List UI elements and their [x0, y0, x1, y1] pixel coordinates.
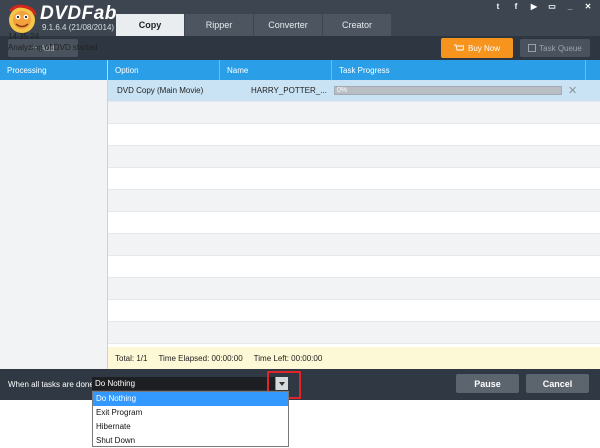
processing-panel: Processing — [0, 60, 108, 370]
option-shut-down[interactable]: Shut Down — [93, 434, 288, 448]
tab-ripper[interactable]: Ripper — [185, 14, 254, 36]
buy-now-label: Buy Now — [467, 43, 500, 53]
empty-row — [108, 168, 600, 190]
facebook-icon[interactable]: f — [510, 2, 522, 11]
empty-row — [108, 278, 600, 300]
empty-row — [108, 234, 600, 256]
queue-icon — [528, 44, 537, 52]
twitter-icon[interactable]: t — [492, 2, 504, 11]
window-icon[interactable]: ▭ — [546, 2, 558, 11]
empty-row — [108, 146, 600, 168]
empty-row — [108, 322, 600, 344]
column-option: Option — [108, 60, 220, 80]
progress-bar: 0% — [334, 86, 562, 95]
summary-bar: Total: 1/1 Time Elapsed: 00:00:00 Time L… — [108, 347, 600, 369]
row-option: DVD Copy (Main Movie) — [117, 86, 204, 95]
empty-row — [108, 124, 600, 146]
tab-copy[interactable]: Copy — [116, 14, 185, 36]
buy-now-button[interactable]: Buy Now — [441, 38, 513, 58]
youtube-icon[interactable]: ▶ — [528, 2, 540, 11]
option-exit-program[interactable]: Exit Program — [93, 406, 288, 420]
task-queue-label: Task Queue — [539, 43, 582, 53]
column-task-progress: Task Progress — [332, 60, 586, 80]
when-done-select[interactable]: Do Nothing — [92, 377, 288, 390]
summary-elapsed: Time Elapsed: 00:00:00 — [158, 353, 243, 363]
processing-header: Processing — [0, 60, 107, 80]
log-message: Analyzing of DVD started — [8, 43, 98, 52]
task-queue-button[interactable]: Task Queue — [520, 39, 590, 57]
pause-button[interactable]: Pause — [456, 374, 519, 393]
progress-text: 0% — [337, 87, 348, 94]
app-version: 9.1.6.4 (21/08/2014) — [42, 23, 115, 32]
option-hibernate[interactable]: Hibernate — [93, 420, 288, 434]
close-icon[interactable]: ✕ — [568, 84, 577, 97]
summary-total: Total: 1/1 — [115, 353, 148, 363]
option-do-nothing[interactable]: Do Nothing — [93, 392, 288, 406]
close-window-icon[interactable]: ✕ — [582, 2, 594, 11]
table-row[interactable]: DVD Copy (Main Movie) HARRY_POTTER_... 0… — [108, 80, 600, 102]
empty-row — [108, 256, 600, 278]
when-done-label: When all tasks are done: — [8, 380, 97, 389]
cancel-button[interactable]: Cancel — [526, 374, 589, 393]
dvdfab-logo-icon — [8, 4, 37, 33]
app-brand: DVDFab — [40, 3, 117, 24]
when-done-dropdown: Do Nothing Exit Program Hibernate Shut D… — [92, 391, 289, 447]
column-name: Name — [220, 60, 332, 80]
empty-row — [108, 190, 600, 212]
minimize-icon[interactable]: _ — [564, 2, 576, 11]
task-table-header: Option Name Task Progress — [108, 60, 600, 80]
task-table: DVD Copy (Main Movie) HARRY_POTTER_... 0… — [108, 80, 600, 347]
main-tabs: Copy Ripper Converter Creator — [116, 14, 392, 36]
cart-icon — [453, 44, 464, 51]
empty-row — [108, 102, 600, 124]
row-name: HARRY_POTTER_... — [251, 86, 327, 95]
tab-creator[interactable]: Creator — [323, 14, 392, 36]
tab-converter[interactable]: Converter — [254, 14, 323, 36]
summary-left: Time Left: 00:00:00 — [253, 353, 323, 363]
header-icons: t f ▶ ▭ _ ✕ — [492, 2, 594, 11]
empty-row — [108, 300, 600, 322]
log-time: 14:35:24 — [8, 32, 40, 41]
empty-row — [108, 212, 600, 234]
